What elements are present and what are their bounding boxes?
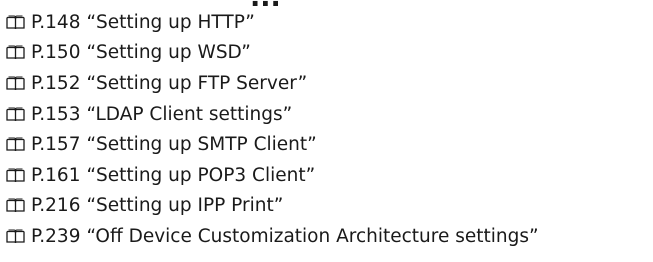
- reference-item[interactable]: P.239 “Off Device Customization Architec…: [6, 221, 539, 252]
- page-number: P.239: [31, 225, 81, 247]
- page-number: P.216: [31, 195, 81, 217]
- reference-title: “Setting up SMTP Client”: [86, 134, 317, 156]
- page-number: P.161: [31, 164, 81, 186]
- page-number: P.148: [31, 11, 81, 33]
- page-number: P.153: [31, 103, 81, 125]
- reference-item[interactable]: P.161 “Setting up POP3 Client”: [6, 160, 539, 191]
- reference-title: “Setting up IPP Print”: [86, 195, 284, 217]
- book-icon: [6, 45, 25, 60]
- reference-title: “Setting up WSD”: [86, 42, 251, 64]
- page-number: P.157: [31, 134, 81, 156]
- reference-list: P.148 “Setting up HTTP” P.150 “Setting u…: [6, 7, 539, 252]
- reference-title: “Off Device Customization Architecture s…: [86, 225, 539, 247]
- book-icon: [6, 15, 25, 29]
- page-number: P.152: [31, 72, 81, 94]
- book-icon: [6, 198, 25, 213]
- reference-item[interactable]: P.152 “Setting up FTP Server”: [6, 68, 539, 99]
- reference-title: “Setting up HTTP”: [86, 11, 255, 33]
- reference-item[interactable]: P.157 “Setting up SMTP Client”: [6, 129, 539, 160]
- reference-title: “Setting up POP3 Client”: [86, 164, 316, 186]
- book-icon: [6, 76, 25, 91]
- reference-title: “Setting up FTP Server”: [86, 72, 308, 94]
- reference-item[interactable]: P.150 “Setting up WSD”: [6, 38, 539, 69]
- page-number: P.150: [31, 42, 81, 64]
- book-icon: [6, 137, 25, 152]
- book-icon: [6, 107, 25, 121]
- book-icon: [6, 229, 25, 243]
- reference-title: “LDAP Client settings”: [86, 103, 293, 125]
- reference-item[interactable]: P.153 “LDAP Client settings”: [6, 99, 539, 130]
- reference-item[interactable]: P.216 “Setting up IPP Print”: [6, 191, 539, 222]
- reference-item[interactable]: P.148 “Setting up HTTP”: [6, 7, 539, 38]
- book-icon: [6, 168, 25, 182]
